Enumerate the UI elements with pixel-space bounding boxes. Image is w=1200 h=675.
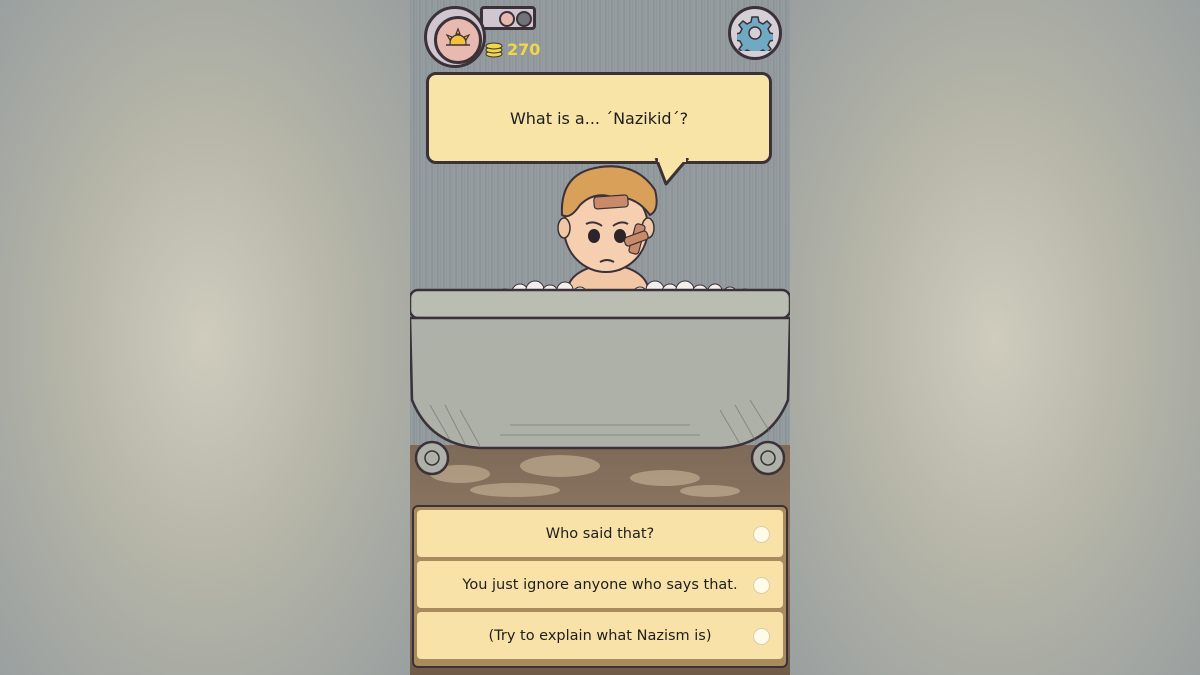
sun-icon xyxy=(443,27,473,57)
gear-icon xyxy=(737,16,773,51)
answer-option-1[interactable]: Who said that? xyxy=(417,510,783,557)
answer-label: You just ignore anyone who says that. xyxy=(462,576,738,593)
day-time-indicator xyxy=(424,6,486,68)
answer-option-3[interactable]: (Try to explain what Nazism is) xyxy=(417,612,783,659)
settings-button[interactable] xyxy=(728,6,782,60)
answer-radio[interactable] xyxy=(753,628,770,645)
answer-radio[interactable] xyxy=(753,577,770,594)
coins-icon xyxy=(485,42,503,58)
speech-bubble: What is a... ´Nazikid´? xyxy=(426,72,772,164)
status-indicators xyxy=(480,6,536,30)
answer-label: (Try to explain what Nazism is) xyxy=(488,627,712,644)
answer-label: Who said that? xyxy=(545,525,655,542)
answer-radio[interactable] xyxy=(753,526,770,543)
status-dot-2 xyxy=(516,11,532,27)
speech-bubble-tail xyxy=(654,158,690,186)
blurred-background-right xyxy=(790,0,1200,675)
coins-count: 270 xyxy=(507,40,541,59)
dialogue-question: What is a... ´Nazikid´? xyxy=(509,108,689,128)
blurred-background-left xyxy=(0,0,410,675)
status-dot-1 xyxy=(499,11,515,27)
answer-option-2[interactable]: You just ignore anyone who says that. xyxy=(417,561,783,608)
game-screen: 270 What is a... ´Nazikid´? Who said tha… xyxy=(410,0,790,675)
answer-options: Who said that? You just ignore anyone wh… xyxy=(412,505,788,668)
